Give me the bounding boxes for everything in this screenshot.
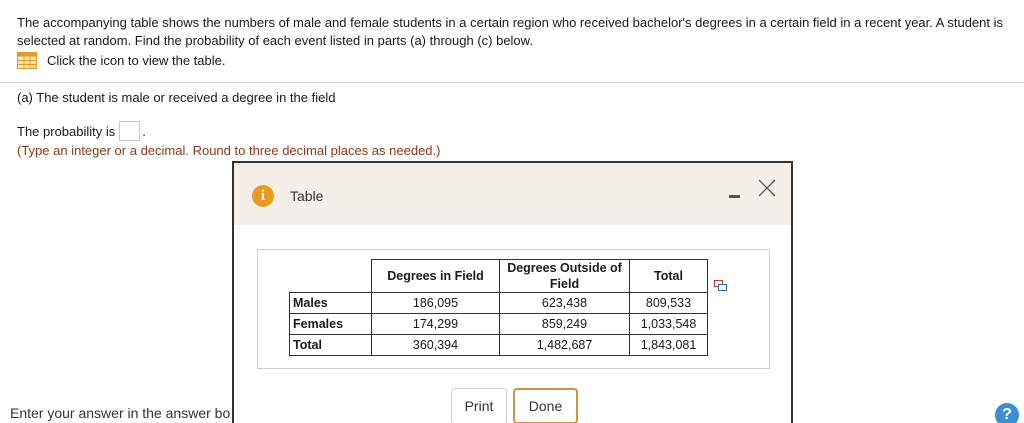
table-cell: 186,095 <box>371 292 500 314</box>
done-button[interactable]: Done <box>513 388 578 423</box>
probability-prefix: The probability is <box>17 123 116 139</box>
enter-answer-text: Enter your answer in the answer box <box>10 405 231 421</box>
table-cell: 809,533 <box>629 292 708 314</box>
close-icon[interactable] <box>756 177 778 199</box>
answer-input[interactable] <box>119 121 141 141</box>
help-icon[interactable]: ? <box>995 403 1019 423</box>
spreadsheet-icon[interactable] <box>17 52 37 69</box>
header-empty <box>290 260 372 293</box>
header-total: Total <box>629 259 708 293</box>
row-label-females: Females <box>289 313 372 335</box>
table-cell: 174,299 <box>371 313 500 335</box>
table-cell: 1,033,548 <box>629 313 708 335</box>
copy-icon[interactable] <box>714 280 727 291</box>
part-a-label: (a) The student is male or received a de… <box>17 90 336 105</box>
table-cell: 859,249 <box>499 313 630 335</box>
table-row: Females 174,299 859,249 1,033,548 <box>289 313 708 335</box>
header-degrees-outside-field: Degrees Outside of Field <box>499 259 630 293</box>
data-table: Degrees in Field Degrees Outside of Fiel… <box>289 259 708 356</box>
table-link-text: Click the icon to view the table. <box>47 53 226 68</box>
probability-line: The probability is . <box>17 121 146 141</box>
table-frame: Degrees in Field Degrees Outside of Fiel… <box>257 249 770 369</box>
table-row: Total 360,394 1,482,687 1,843,081 <box>289 334 708 356</box>
table-cell: 360,394 <box>371 334 500 356</box>
table-header-row: Degrees in Field Degrees Outside of Fiel… <box>290 259 708 293</box>
dialog-header[interactable]: i Table <box>234 163 791 225</box>
row-label-males: Males <box>289 292 372 314</box>
table-dialog: i Table Degrees in Field Degrees Outside… <box>232 161 793 423</box>
minimize-icon[interactable] <box>728 187 742 201</box>
info-icon: i <box>252 185 274 207</box>
row-label-total: Total <box>289 334 372 356</box>
table-cell: 623,438 <box>499 292 630 314</box>
header-degrees-in-field: Degrees in Field <box>371 259 500 293</box>
table-row: Males 186,095 623,438 809,533 <box>289 292 708 314</box>
dialog-title: Table <box>290 188 324 204</box>
table-link-row[interactable]: Click the icon to view the table. <box>17 52 225 69</box>
question-text: The accompanying table shows the numbers… <box>17 15 1003 48</box>
table-cell: 1,482,687 <box>499 334 630 356</box>
rounding-hint: (Type an integer or a decimal. Round to … <box>17 143 441 158</box>
probability-suffix: . <box>142 123 146 139</box>
print-button[interactable]: Print <box>451 388 507 423</box>
divider <box>0 82 1024 83</box>
table-cell: 1,843,081 <box>629 334 708 356</box>
